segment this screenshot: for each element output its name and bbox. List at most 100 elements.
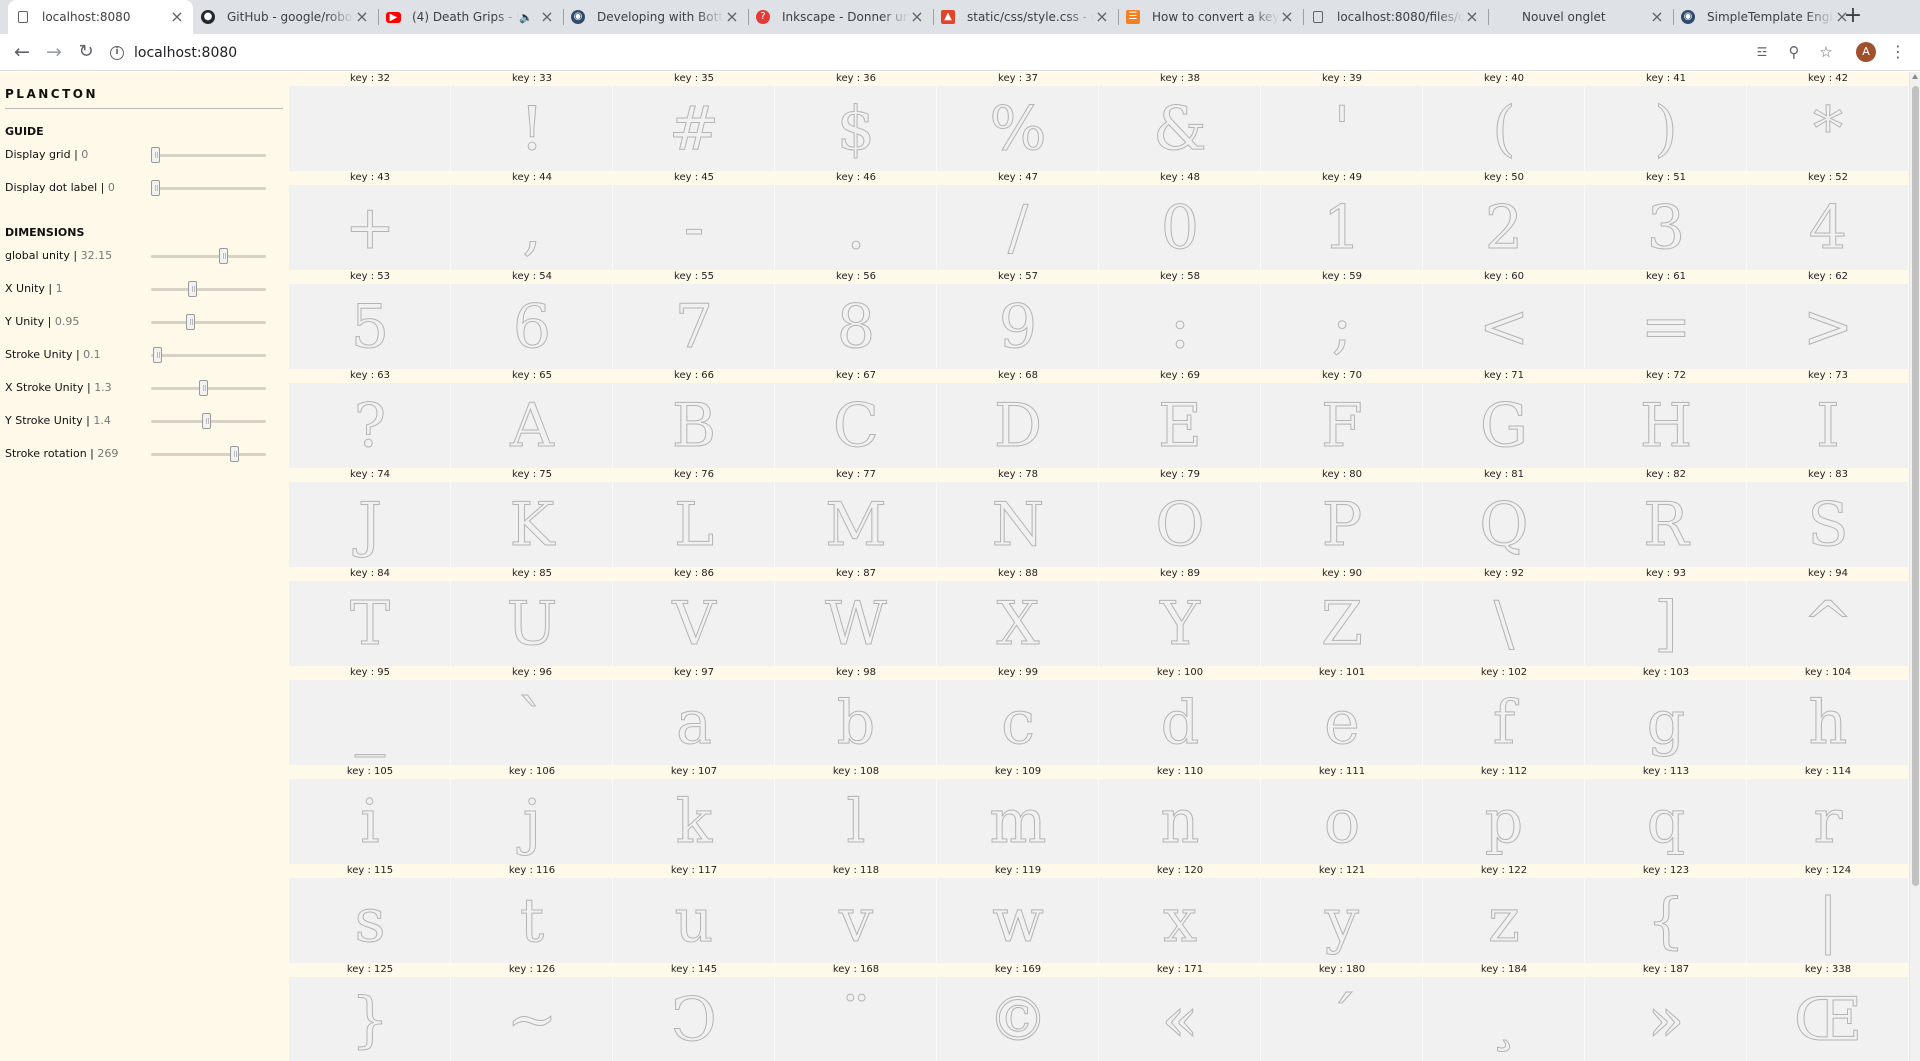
slider-thumb[interactable] [151, 180, 160, 196]
glyph-preview[interactable]: j [451, 779, 613, 864]
glyph-cell[interactable]: key : 69 E [1099, 369, 1261, 468]
glyph-cell[interactable]: key : 98 b [775, 666, 937, 765]
glyph-preview[interactable]: , [451, 185, 613, 270]
glyph-preview[interactable]: ` [451, 680, 613, 765]
glyph-preview[interactable]: : [1099, 284, 1261, 369]
glyph-cell[interactable]: key : 87 W [775, 567, 937, 666]
glyph-preview[interactable]: « [1099, 977, 1261, 1061]
glyph-cell[interactable]: key : 37% [937, 72, 1099, 171]
glyph-cell[interactable]: key : 145 Ↄ [613, 963, 775, 1061]
glyph-cell[interactable]: key : 117 u [613, 864, 775, 963]
glyph-cell[interactable]: key : 122 z [1423, 864, 1585, 963]
scroll-up-arrow[interactable] [1912, 74, 1918, 79]
glyph-preview[interactable]: < [1423, 284, 1585, 369]
browser-tab[interactable]: ▲ static/css/style.css - ma× [933, 0, 1118, 34]
close-tab-icon[interactable]: × [169, 9, 185, 25]
glyph-cell[interactable]: key : 113 q [1585, 765, 1747, 864]
glyph-preview[interactable]: { [1585, 878, 1747, 963]
glyph-cell[interactable]: key : 45 - [613, 171, 775, 270]
slider-track[interactable] [151, 187, 266, 190]
glyph-cell[interactable]: key : 84 T [289, 567, 451, 666]
glyph-cell[interactable]: key : 33! [451, 72, 613, 171]
glyph-preview[interactable]: * [1747, 86, 1909, 171]
glyph-preview[interactable]: c [937, 680, 1099, 765]
glyph-preview[interactable]: y [1261, 878, 1423, 963]
glyph-cell[interactable]: key : 99 c [937, 666, 1099, 765]
glyph-preview[interactable]: r [1747, 779, 1909, 864]
glyph-cell[interactable]: key : 35 # [613, 72, 775, 171]
new-tab-button[interactable]: + [1842, 5, 1864, 28]
speaker-icon[interactable]: 🔈 [519, 11, 533, 24]
browser-tab[interactable]: ● GitHub - google/roboto × [193, 0, 378, 34]
slider-thumb[interactable] [199, 380, 209, 396]
slider-thumb[interactable] [202, 413, 212, 429]
glyph-preview[interactable]: m [937, 779, 1099, 864]
glyph-preview[interactable]: M [775, 482, 937, 567]
glyph-cell[interactable]: key : 85 U [451, 567, 613, 666]
glyph-preview[interactable]: w [937, 878, 1099, 963]
glyph-preview[interactable]: 9 [937, 284, 1099, 369]
glyph-preview[interactable]: S [1747, 482, 1909, 567]
glyph-preview[interactable]: d [1099, 680, 1261, 765]
glyph-cell[interactable]: key : 119 w [937, 864, 1099, 963]
glyph-preview[interactable]: J [289, 482, 451, 567]
browser-tab[interactable]: ? Inkscape - Donner une fo× [748, 0, 933, 34]
glyph-cell[interactable]: key : 115 s [289, 864, 451, 963]
glyph-cell[interactable]: key : 44, [451, 171, 613, 270]
glyph-cell[interactable]: key : 338 Œ [1747, 963, 1909, 1061]
glyph-cell[interactable]: key : 93] [1585, 567, 1747, 666]
glyph-preview[interactable]: D [937, 383, 1099, 468]
glyph-preview[interactable]: a [613, 680, 775, 765]
glyph-cell[interactable]: key : 88 X [937, 567, 1099, 666]
glyph-cell[interactable]: key : 111 o [1261, 765, 1423, 864]
slider-track[interactable] [151, 354, 266, 357]
glyph-cell[interactable]: key : 73 I [1747, 369, 1909, 468]
glyph-cell[interactable]: key : 171 « [1099, 963, 1261, 1061]
close-tab-icon[interactable]: × [1279, 9, 1295, 25]
glyph-preview[interactable]: L [613, 482, 775, 567]
glyph-cell[interactable]: key : 105 i [289, 765, 451, 864]
glyph-preview[interactable]: l [775, 779, 937, 864]
glyph-cell[interactable]: key : 53 5 [289, 270, 451, 369]
page-scrollbar[interactable] [1909, 72, 1920, 1061]
glyph-preview[interactable]: I [1747, 383, 1909, 468]
glyph-preview[interactable]: 1 [1261, 185, 1423, 270]
range-slider[interactable] [151, 180, 266, 196]
glyph-preview[interactable]: 3 [1585, 185, 1747, 270]
glyph-preview[interactable]: / [937, 185, 1099, 270]
glyph-preview[interactable]: > [1747, 284, 1909, 369]
glyph-preview[interactable]: g [1585, 680, 1747, 765]
glyph-preview[interactable] [289, 86, 451, 171]
browser-tab[interactable]: ◉ SimpleTemplate Engine × [1673, 0, 1858, 34]
glyph-preview[interactable]: A [451, 383, 613, 468]
info-icon[interactable]: i [110, 45, 124, 60]
glyph-cell[interactable]: key : 96 ` [451, 666, 613, 765]
glyph-cell[interactable]: key : 50 2 [1423, 171, 1585, 270]
glyph-preview[interactable]: » [1585, 977, 1747, 1061]
glyph-cell[interactable]: key : 82 R [1585, 468, 1747, 567]
glyph-cell[interactable]: key : 56 8 [775, 270, 937, 369]
slider-track[interactable] [151, 387, 266, 390]
browser-tab[interactable]: Nouvel onglet × [1488, 0, 1673, 34]
glyph-preview[interactable]: 8 [775, 284, 937, 369]
glyph-preview[interactable]: 6 [451, 284, 613, 369]
close-tab-icon[interactable]: × [1094, 9, 1110, 25]
glyph-preview[interactable]: + [289, 185, 451, 270]
glyph-preview[interactable]: E [1099, 383, 1261, 468]
glyph-preview[interactable]: k [613, 779, 775, 864]
glyph-cell[interactable]: key : 187 » [1585, 963, 1747, 1061]
slider-track[interactable] [151, 453, 266, 456]
glyph-preview[interactable]: ^ [1747, 581, 1909, 666]
glyph-cell[interactable]: key : 68 D [937, 369, 1099, 468]
glyph-cell[interactable]: key : 126 ~ [451, 963, 613, 1061]
range-slider[interactable] [151, 314, 266, 330]
glyph-preview[interactable]: N [937, 482, 1099, 567]
glyph-cell[interactable]: key : 51 3 [1585, 171, 1747, 270]
glyph-cell[interactable]: key : 124 | [1747, 864, 1909, 963]
slider-thumb[interactable] [153, 347, 163, 363]
glyph-preview[interactable]: V [613, 581, 775, 666]
glyph-preview[interactable]: h [1747, 680, 1909, 765]
glyph-preview[interactable]: z [1423, 878, 1585, 963]
glyph-cell[interactable]: key : 41) [1585, 72, 1747, 171]
glyph-preview[interactable]: Z [1261, 581, 1423, 666]
